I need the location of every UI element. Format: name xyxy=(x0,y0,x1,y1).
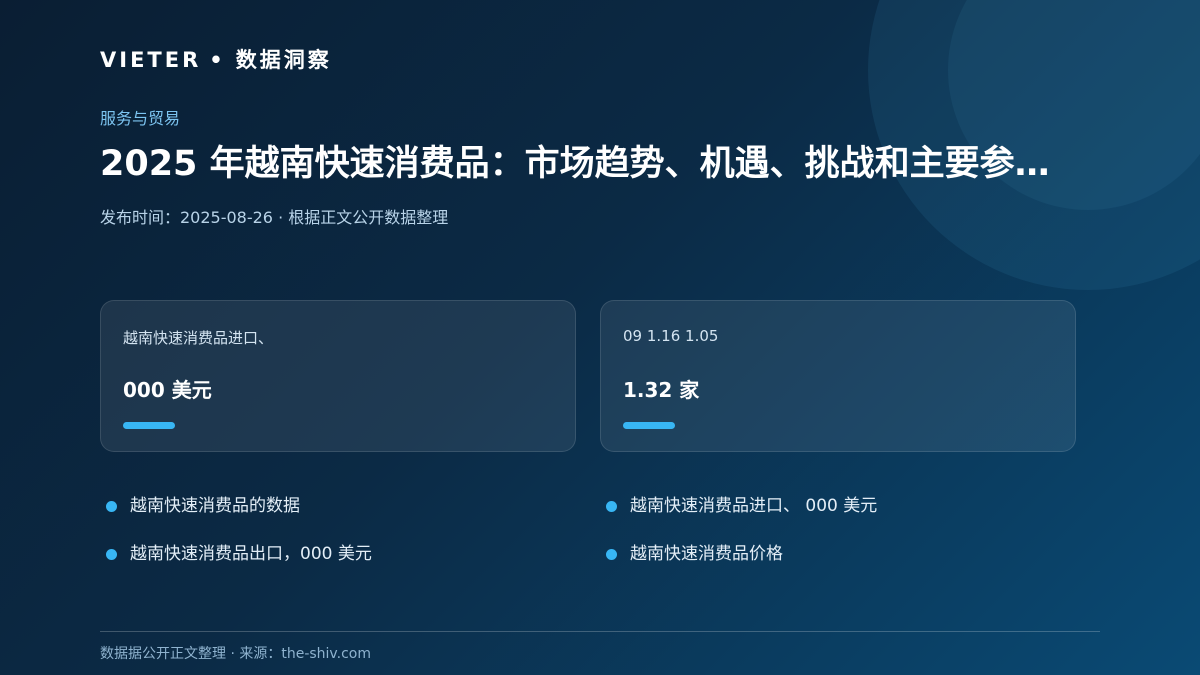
bullet-text: 越南快速消费品进口、 000 美元 xyxy=(630,496,878,516)
brand-section: 数据洞察 xyxy=(235,48,332,72)
stat-card-label: 越南快速消费品进口、 xyxy=(123,329,274,347)
brand-name: VIETER xyxy=(100,48,202,72)
brand-header: VIETER • 数据洞察 xyxy=(100,44,332,74)
stat-card-2: 09 1.16 1.05 1.32 家 xyxy=(600,300,1076,452)
category-label: 服务与贸易 xyxy=(100,109,181,128)
page-title: 2025 年越南快速消费品：市场趋势、机遇、挑战和主要参… xyxy=(100,144,1050,184)
stat-card-value: 1.32 家 xyxy=(623,378,700,402)
bullet-text: 越南快速消费品价格 xyxy=(630,544,783,564)
bullet-dot-icon xyxy=(106,549,117,560)
footer-source: 数据据公开正文整理 · 来源：the-shiv.com xyxy=(100,646,371,662)
brand-separator: • xyxy=(209,48,226,72)
stat-card-1: 越南快速消费品进口、 000 美元 xyxy=(100,300,576,452)
page: VIETER • 数据洞察 服务与贸易 2025 年越南快速消费品：市场趋势、机遇、… xyxy=(0,0,1200,675)
footer-divider xyxy=(100,631,1100,632)
accent-bar xyxy=(123,422,175,429)
bullet-dot-icon xyxy=(606,501,617,512)
stat-card-value: 000 美元 xyxy=(123,378,212,402)
bullet-text: 越南快速消费品出口，000 美元 xyxy=(130,544,372,564)
stat-card-label: 09 1.16 1.05 xyxy=(623,327,719,345)
publish-meta: 发布时间：2025-08-26 · 根据正文公开数据整理 xyxy=(100,208,449,227)
accent-bar xyxy=(623,422,675,429)
bullet-dot-icon xyxy=(606,549,617,560)
bullet-dot-icon xyxy=(106,501,117,512)
bullet-text: 越南快速消费品的数据 xyxy=(130,496,300,516)
